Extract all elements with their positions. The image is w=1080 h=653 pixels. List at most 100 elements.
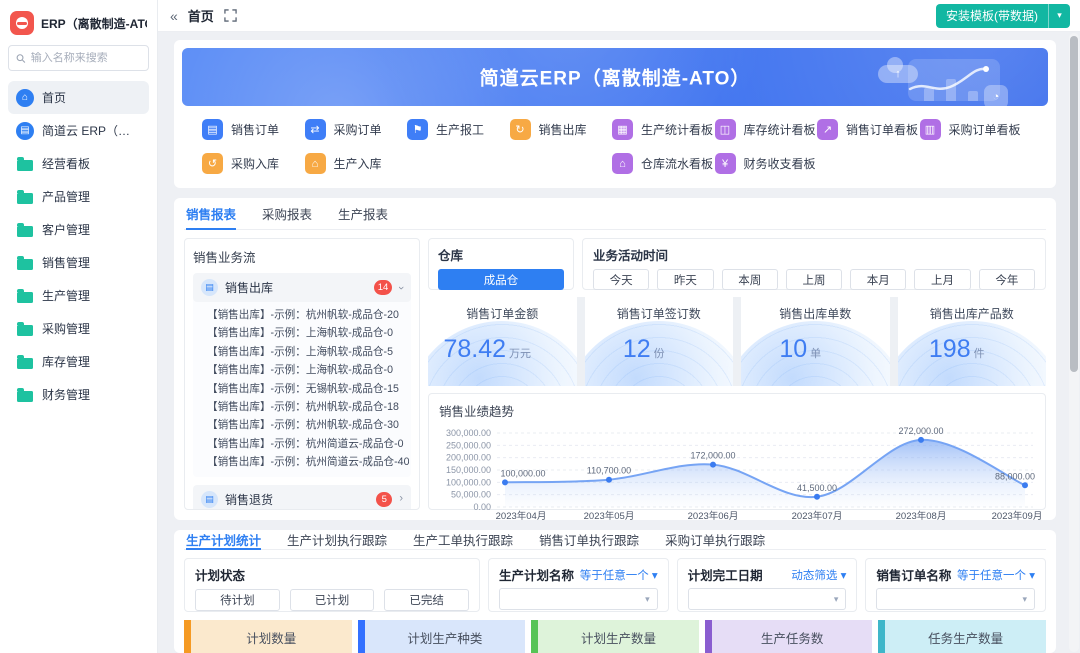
flow-item[interactable]: 【销售出库】-示例：杭州简道云-成品仓-40	[207, 453, 409, 471]
quicklink-purchase-order[interactable]: ⇄采购订单	[305, 119, 408, 140]
count-badge: 14	[374, 280, 393, 295]
folder-icon	[17, 391, 33, 402]
tab-sales-order-tracking[interactable]: 销售订单执行跟踪	[539, 530, 639, 549]
chevron-down-icon: ▾	[834, 594, 839, 605]
time-option-today[interactable]: 今天	[593, 269, 649, 290]
quick-links: ▤销售订单 ⇄采购订单 ⚑生产报工 ↻销售出库 ▦生产统计看板 ◫库存统计看板 …	[182, 106, 1048, 178]
sidebar-item-product-mgmt[interactable]: 产品管理	[8, 180, 149, 213]
sidebar-item-sales-mgmt[interactable]: 销售管理	[8, 246, 149, 279]
folder-icon	[17, 160, 33, 171]
finish-date-select[interactable]: ▾	[688, 588, 847, 610]
quicklink-production-inbound[interactable]: ⌂生产入库	[305, 153, 408, 174]
flow-item[interactable]: 【销售出库】-示例：杭州帆软-成品仓-20	[207, 306, 409, 324]
app-logo-icon	[10, 11, 34, 35]
quicklink-inventory-stats-board[interactable]: ◫库存统计看板	[715, 119, 818, 140]
quicklink-production-stats-board[interactable]: ▦生产统计看板	[612, 119, 715, 140]
plan-name-select[interactable]: ▾	[499, 588, 658, 610]
search-icon	[16, 53, 26, 64]
plan-stat-task-count[interactable]: 生产任务数	[705, 620, 873, 653]
plan-stat-planned-quantity[interactable]: 计划数量	[184, 620, 352, 653]
quicklink-sales-outbound[interactable]: ↻销售出库	[510, 119, 613, 140]
install-template-button[interactable]: 安装模板(带数据) ▾	[936, 4, 1070, 28]
flow-item[interactable]: 【销售出库】-示例：无锡帆软-成品仓-15	[207, 380, 409, 398]
plan-stat-production-types[interactable]: 计划生产种类	[358, 620, 526, 653]
sidebar-item-label: 客户管理	[42, 221, 90, 238]
time-option-this-week[interactable]: 本周	[722, 269, 778, 290]
filter-mode-dropdown[interactable]: 等于任意一个 ▾	[957, 567, 1035, 583]
tab-workorder-tracking[interactable]: 生产工单执行跟踪	[413, 530, 513, 549]
flow-group-sales-return[interactable]: ▤ 销售退货 5 ›	[193, 485, 411, 510]
svg-text:0.00: 0.00	[473, 502, 491, 512]
status-option-to-plan[interactable]: 待计划	[195, 589, 280, 611]
quicklink-sales-order[interactable]: ▤销售订单	[202, 119, 305, 140]
flow-item[interactable]: 【销售出库】-示例：杭州帆软-成品仓-30	[207, 416, 409, 434]
vertical-scrollbar[interactable]	[1069, 33, 1079, 652]
scrollbar-thumb[interactable]	[1070, 36, 1078, 372]
sidebar-item-finance-mgmt[interactable]: 财务管理	[8, 378, 149, 411]
tab-purchase-report[interactable]: 采购报表	[262, 198, 312, 229]
sales-flow-panel: 销售业务流 ▤ 销售出库 14 › 【销售出库】-示例：杭州帆软-成品仓-20 …	[184, 238, 420, 510]
svg-text:2023年06月: 2023年06月	[688, 510, 739, 522]
document-icon: ▤	[201, 491, 218, 508]
stat-value: 198	[929, 335, 971, 363]
sales-order-name-filter: 销售订单名称 等于任意一个 ▾ ▾	[865, 558, 1046, 612]
search-input[interactable]	[31, 52, 141, 64]
filter-mode-dropdown[interactable]: 等于任意一个 ▾	[580, 567, 658, 583]
sidebar-item-customer-mgmt[interactable]: 客户管理	[8, 213, 149, 246]
sidebar-item-production-mgmt[interactable]: 生产管理	[8, 279, 149, 312]
status-option-completed[interactable]: 已完结	[384, 589, 469, 611]
folder-icon	[17, 325, 33, 336]
stat-value: 78.42	[443, 335, 506, 363]
sales-order-name-select[interactable]: ▾	[876, 588, 1035, 610]
quicklink-purchase-inbound[interactable]: ↺采购入库	[202, 153, 305, 174]
quicklink-finance-board[interactable]: ¥财务收支看板	[715, 153, 818, 174]
flow-item[interactable]: 【销售出库】-示例：上海帆软-成品仓-0	[207, 324, 409, 342]
quicklink-purchase-order-board[interactable]: ▥采购订单看板	[920, 119, 1023, 140]
flow-item[interactable]: 【销售出库】-示例：杭州简道云-成品仓-0	[207, 435, 409, 453]
tab-plan-stats[interactable]: 生产计划统计	[186, 530, 261, 549]
plan-stat-production-quantity[interactable]: 计划生产数量	[531, 620, 699, 653]
stat-cards: 销售订单金额 78.42万元 销售订单签订数 12份 销售出库单数 10单	[428, 297, 1046, 386]
app-title: ERP（离散制造-ATO）	[41, 15, 147, 32]
tab-production-report[interactable]: 生产报表	[338, 198, 388, 229]
time-option-this-year[interactable]: 今年	[979, 269, 1035, 290]
flow-item[interactable]: 【销售出库】-示例：上海帆软-成品仓-0	[207, 361, 409, 379]
warehouse-filter-label: 仓库	[438, 245, 564, 264]
status-option-planned[interactable]: 已计划	[290, 589, 375, 611]
stat-unit: 万元	[509, 348, 531, 360]
chart-title: 销售业绩趋势	[439, 401, 1035, 420]
time-option-yesterday[interactable]: 昨天	[657, 269, 713, 290]
plan-stat-bars: 计划数量 计划生产种类 计划生产数量 生产任务数 任务生产数量	[184, 620, 1046, 653]
sidebar-item-jdy-erp[interactable]: ▤ 简道云 ERP（离散制造-ATO）...	[8, 114, 149, 147]
sales-trend-chart: 300,000.00250,000.00200,000.00150,000.00…	[439, 422, 1047, 522]
sidebar-search[interactable]	[8, 45, 149, 71]
sidebar-item-home[interactable]: ⌂ 首页	[8, 81, 149, 114]
tab-sales-report[interactable]: 销售报表	[186, 198, 236, 229]
install-template-label[interactable]: 安装模板(带数据)	[936, 4, 1048, 28]
time-option-last-week[interactable]: 上周	[786, 269, 842, 290]
chevron-down-icon[interactable]: ▾	[1048, 4, 1070, 28]
sidebar-item-business-board[interactable]: 经营看板	[8, 147, 149, 180]
filter-mode-dropdown[interactable]: 动态筛选 ▾	[791, 567, 846, 583]
tab-plan-tracking[interactable]: 生产计划执行跟踪	[287, 530, 387, 549]
flow-item[interactable]: 【销售出库】-示例：上海帆软-成品仓-5	[207, 343, 409, 361]
time-option-this-month[interactable]: 本月	[850, 269, 906, 290]
collapse-sidebar-icon[interactable]: «	[170, 8, 178, 24]
plan-name-filter: 生产计划名称 等于任意一个 ▾ ▾	[488, 558, 669, 612]
flow-group-header[interactable]: ▤ 销售出库 14 ›	[193, 273, 411, 302]
page-title[interactable]: 首页	[188, 6, 214, 25]
tab-purchase-order-tracking[interactable]: 采购订单执行跟踪	[665, 530, 765, 549]
warehouse-option-finished-goods[interactable]: 成品仓	[438, 269, 564, 290]
plan-status-filter: 计划状态 待计划 已计划 已完结	[184, 558, 480, 612]
sidebar-item-inventory-mgmt[interactable]: 库存管理	[8, 345, 149, 378]
fullscreen-icon[interactable]	[224, 9, 237, 22]
plan-stat-task-quantity[interactable]: 任务生产数量	[878, 620, 1046, 653]
time-option-last-month[interactable]: 上月	[914, 269, 970, 290]
quicklink-sales-order-board[interactable]: ↗销售订单看板	[817, 119, 920, 140]
quicklink-production-report[interactable]: ⚑生产报工	[407, 119, 510, 140]
quicklink-warehouse-flow-board[interactable]: ⌂仓库流水看板	[612, 153, 715, 174]
document-icon: ▤	[16, 122, 34, 140]
flow-item[interactable]: 【销售出库】-示例：杭州帆软-成品仓-18	[207, 398, 409, 416]
sidebar-item-purchase-mgmt[interactable]: 采购管理	[8, 312, 149, 345]
activity-time-label: 业务活动时间	[593, 245, 1035, 264]
